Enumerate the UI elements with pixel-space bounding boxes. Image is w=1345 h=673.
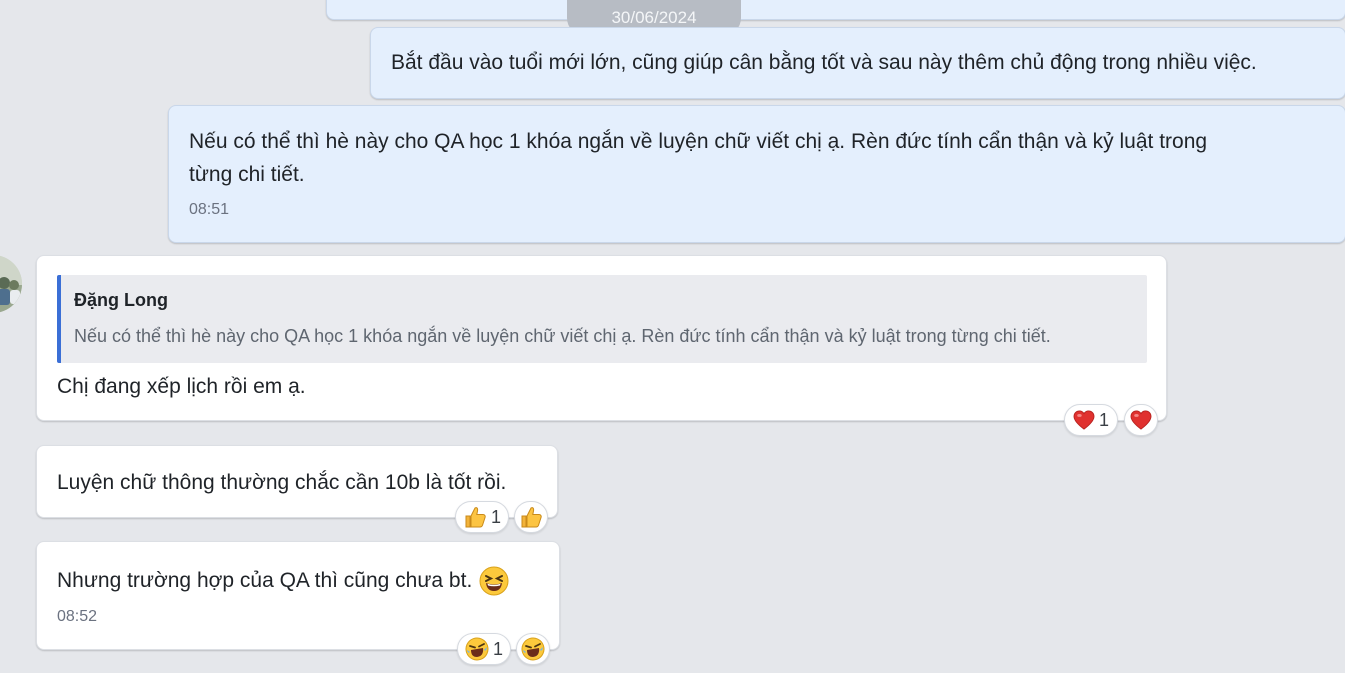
- message-text: Luyện chữ thông thường chắc cần 10b là t…: [57, 471, 507, 494]
- reaction-count[interactable]: 1: [1064, 404, 1118, 436]
- add-reaction-button[interactable]: [1124, 404, 1158, 436]
- message-text-line: Nếu có thể thì hè này cho QA học 1 khóa …: [189, 130, 1208, 153]
- thumbs-up-icon: [465, 507, 486, 528]
- grinning-squint-icon: [479, 566, 509, 595]
- message-text: Bắt đầu vào tuổi mới lớn, cũng giúp cân …: [391, 51, 1257, 74]
- previous-message-bubble[interactable]: [326, 0, 1345, 20]
- outgoing-message[interactable]: Bắt đầu vào tuổi mới lớn, cũng giúp cân …: [370, 27, 1345, 99]
- thumbs-up-icon: [521, 507, 542, 528]
- heart-icon: [1073, 410, 1095, 430]
- reaction-count[interactable]: 1: [457, 633, 511, 665]
- message-text: Chị đang xếp lịch rồi em ạ.: [57, 375, 306, 398]
- incoming-message[interactable]: Đặng Long Nếu có thể thì hè này cho QA h…: [36, 255, 1167, 421]
- laughing-crying-icon: [521, 637, 545, 661]
- quote-text: Nếu có thể thì hè này cho QA học 1 khóa …: [74, 326, 1051, 346]
- laughing-crying-icon: [465, 637, 489, 661]
- add-reaction-button[interactable]: [514, 501, 548, 533]
- add-reaction-button[interactable]: [516, 633, 550, 665]
- avatar[interactable]: [0, 255, 22, 313]
- quote-author: Đặng Long: [74, 290, 168, 310]
- message-text: Nhưng trường hợp của QA thì cũng chưa bt…: [57, 564, 509, 597]
- reaction-count-label: 1: [490, 506, 501, 527]
- chat-conversation: 30/06/2024 Bắt đầu vào tuổi mới lớn, cũn…: [0, 0, 1345, 673]
- heart-icon: [1130, 410, 1152, 430]
- outgoing-message[interactable]: Nếu có thể thì hè này cho QA học 1 khóa …: [168, 105, 1345, 243]
- message-text-line: từng chi tiết.: [189, 163, 305, 186]
- reaction-count[interactable]: 1: [455, 501, 509, 533]
- message-text-content: Nhưng trường hợp của QA thì cũng chưa bt…: [57, 569, 473, 592]
- reaction-count-label: 1: [492, 638, 503, 659]
- quoted-message[interactable]: Đặng Long Nếu có thể thì hè này cho QA h…: [57, 275, 1147, 363]
- message-time: 08:51: [189, 201, 230, 218]
- avatar-photo: [0, 255, 22, 313]
- reaction-count-label: 1: [1098, 409, 1109, 430]
- message-time: 08:52: [57, 608, 98, 625]
